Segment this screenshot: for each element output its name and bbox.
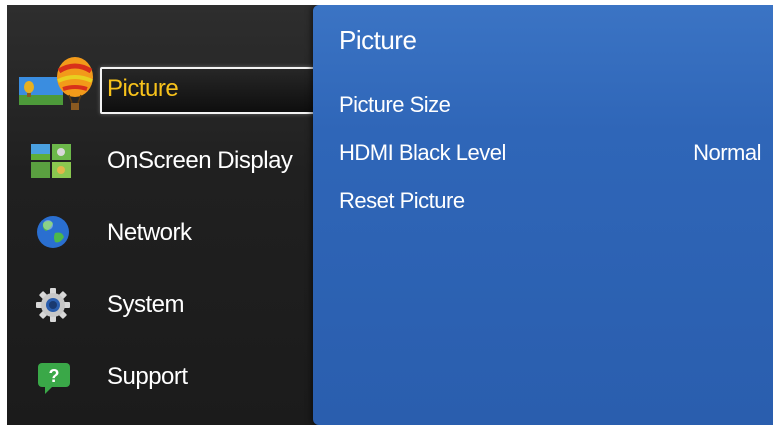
svg-text:?: ?	[49, 366, 60, 386]
submenu-item-picture-size[interactable]: Picture Size	[339, 92, 451, 118]
main-menu: Picture OnScreen Display Network System …	[7, 5, 319, 425]
menu-item-onscreen-display[interactable]: OnScreen Display	[7, 137, 313, 185]
network-icon	[37, 216, 69, 248]
submenu-item-hdmi-black-level[interactable]: HDMI Black Level	[339, 140, 506, 166]
menu-item-label: Picture	[107, 75, 179, 102]
menu-item-label: System	[107, 291, 185, 318]
system-icon	[36, 288, 70, 322]
menu-item-network[interactable]: Network	[7, 209, 313, 257]
menu-item-label: OnScreen Display	[107, 147, 293, 174]
menu-item-label: Network	[107, 219, 192, 246]
hdmi-black-level-value: Normal	[693, 140, 761, 165]
submenu-panel: Picture Picture Size HDMI Black Level No…	[313, 5, 773, 425]
panel-title: Picture	[339, 25, 417, 55]
menu-item-system[interactable]: System	[7, 281, 313, 329]
picture-icon	[19, 57, 93, 110]
tv-menu-screen: Picture OnScreen Display Network System …	[7, 5, 773, 425]
menu-item-label: Support	[107, 363, 188, 390]
support-icon: ?	[38, 363, 70, 394]
submenu-item-reset-picture[interactable]: Reset Picture	[339, 188, 465, 214]
menu-item-support[interactable]: ? Support	[7, 353, 313, 401]
menu-item-picture[interactable]: Picture	[7, 57, 313, 113]
onscreen-display-icon	[31, 144, 71, 178]
